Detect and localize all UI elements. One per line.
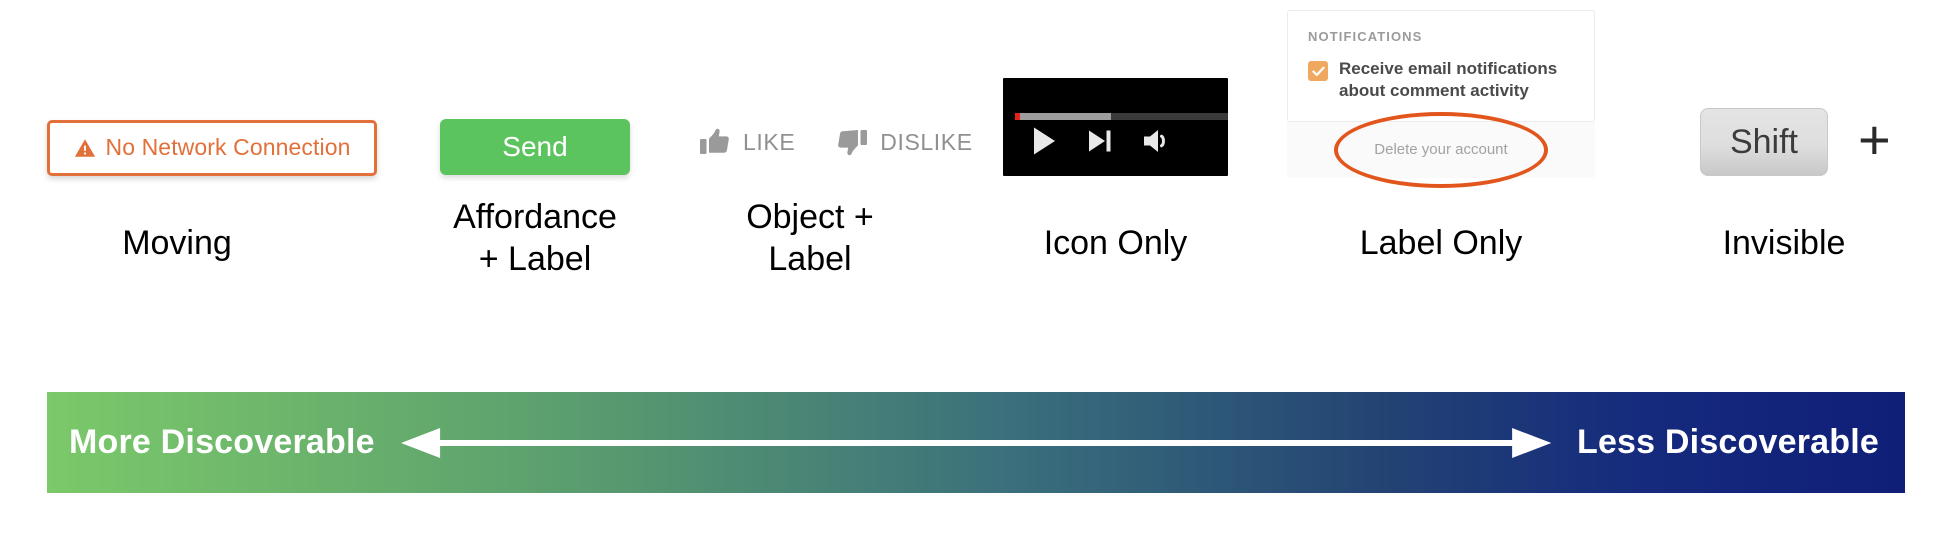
- discoverability-scale-bar: More Discoverable Less Discoverable: [47, 392, 1905, 493]
- specimen-row: No Network Connection Send LIKE DISLIKE: [0, 0, 1946, 200]
- video-player: [1003, 78, 1228, 176]
- category-label-invisible: Invisible: [1660, 222, 1908, 264]
- category-label-moving: Moving: [47, 222, 307, 264]
- video-progress-bar[interactable]: [1015, 113, 1228, 120]
- category-label-affordance-label: Affordance + Label: [405, 196, 665, 280]
- next-track-icon[interactable]: [1087, 128, 1113, 154]
- network-toast: No Network Connection: [47, 120, 377, 176]
- keyboard-shortcut-group: Shift +: [1700, 108, 1891, 176]
- notification-checkbox[interactable]: [1308, 61, 1328, 81]
- warning-triangle-icon: [74, 137, 96, 159]
- category-label-object-label: Object + Label: [700, 196, 920, 280]
- send-button[interactable]: Send: [440, 119, 630, 175]
- thumbs-up-icon: [700, 128, 730, 156]
- delete-account-area: Delete your account: [1287, 122, 1595, 178]
- notification-preference-label: Receive email notifications about commen…: [1339, 58, 1574, 103]
- volume-icon[interactable]: [1143, 128, 1171, 154]
- video-progress-played: [1015, 113, 1020, 120]
- video-progress-buffered: [1015, 113, 1111, 120]
- scale-label-more-discoverable: More Discoverable: [69, 423, 375, 462]
- thumbs-down-icon: [837, 128, 867, 156]
- reaction-group: LIKE DISLIKE: [700, 128, 973, 156]
- notifications-heading: NOTIFICATIONS: [1308, 29, 1574, 44]
- network-toast-label: No Network Connection: [106, 134, 351, 161]
- like-label: LIKE: [743, 129, 795, 156]
- dislike-label: DISLIKE: [880, 129, 972, 156]
- delete-account-link[interactable]: Delete your account: [1374, 141, 1507, 158]
- category-label-label-only: Label Only: [1287, 222, 1595, 264]
- video-controls: [1003, 126, 1228, 156]
- category-label-row: Moving Affordance + Label Object + Label…: [0, 196, 1946, 326]
- notification-preference-row: Receive email notifications about commen…: [1308, 58, 1574, 103]
- scale-label-less-discoverable: Less Discoverable: [1577, 423, 1879, 462]
- dislike-button[interactable]: DISLIKE: [837, 128, 972, 156]
- category-label-icon-only: Icon Only: [1003, 222, 1228, 264]
- double-headed-arrow-icon: [401, 423, 1551, 463]
- checkmark-icon: [1312, 66, 1325, 77]
- shift-key[interactable]: Shift: [1700, 108, 1828, 176]
- notifications-panel: NOTIFICATIONS Receive email notification…: [1287, 10, 1595, 122]
- play-icon[interactable]: [1031, 126, 1057, 156]
- settings-card: NOTIFICATIONS Receive email notification…: [1287, 10, 1595, 178]
- like-button[interactable]: LIKE: [700, 128, 795, 156]
- plus-icon: +: [1858, 112, 1891, 168]
